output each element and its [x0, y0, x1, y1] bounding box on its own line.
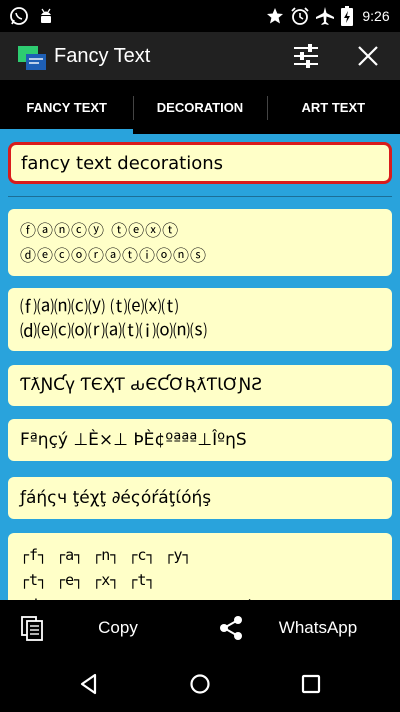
result-card[interactable]: Fªηçý ⊥È×⊥ ÞÈ¢ºªªª⊥ÎºηS — [8, 419, 392, 461]
result-text: ƒáήςч ţéχţ ∂éςóŕáţίóήş — [20, 488, 212, 508]
content-area: ⓕⓐⓝⓒⓨ ⓣⓔⓧⓣ ⓓⓔⓒⓞⓡⓐⓣⓘⓞⓝⓢ ⒡⒜⒩⒞⒴ ⒯⒠⒳⒯ ⒟⒠⒞⒪⒭⒜… — [0, 134, 400, 600]
status-time: 9:26 — [362, 8, 390, 24]
tab-fancy-text[interactable]: FANCY TEXT — [0, 80, 134, 134]
whatsapp-icon — [6, 0, 32, 32]
battery-icon — [338, 0, 356, 32]
home-icon[interactable] — [172, 656, 228, 712]
text-input-container[interactable] — [8, 142, 392, 184]
app-logo-icon — [16, 40, 48, 72]
status-bar: 9:26 — [0, 0, 400, 32]
alarm-icon — [288, 0, 312, 32]
star-icon — [264, 0, 286, 32]
result-card[interactable]: ⓕⓐⓝⓒⓨ ⓣⓔⓧⓣ ⓓⓔⓒⓞⓡⓐⓣⓘⓞⓝⓢ — [8, 209, 392, 276]
nav-bar — [0, 656, 400, 712]
action-bar: Copy WhatsApp — [0, 600, 400, 656]
result-card[interactable]: ┌f┐ ┌a┐ ┌n┐ ┌c┐ ┌y┐ ┌t┐ ┌e┐ ┌x┐ ┌t┐ ┌d┐ … — [8, 533, 392, 600]
settings-sliders-icon[interactable] — [286, 36, 326, 76]
app-bar: Fancy Text — [0, 32, 400, 80]
result-text: ⓕⓐⓝⓒⓨ ⓣⓔⓧⓣ ⓓⓔⓒⓞⓡⓐⓣⓘⓞⓝⓢ — [20, 221, 208, 265]
airplane-icon — [313, 0, 337, 32]
android-icon — [34, 0, 58, 32]
copy-button[interactable]: Copy — [88, 600, 148, 656]
result-card[interactable]: ƒáήςч ţéχţ ∂éςóŕáţίóήş — [8, 477, 392, 519]
divider — [8, 196, 392, 197]
recents-icon[interactable] — [283, 656, 339, 712]
app-title: Fancy Text — [54, 45, 151, 67]
result-text: ⒡⒜⒩⒞⒴ ⒯⒠⒳⒯ ⒟⒠⒞⒪⒭⒜⒯⒤⒪⒩⒮ — [20, 298, 207, 342]
back-icon[interactable] — [61, 656, 117, 712]
result-text: Fªηçý ⊥È×⊥ ÞÈ¢ºªªª⊥ÎºηS — [20, 430, 247, 450]
copy-icon[interactable] — [14, 600, 50, 656]
result-card[interactable]: ⒡⒜⒩⒞⒴ ⒯⒠⒳⒯ ⒟⒠⒞⒪⒭⒜⒯⒤⒪⒩⒮ — [8, 288, 392, 351]
tab-bar: FANCY TEXT DECORATION ART TEXT — [0, 80, 400, 134]
result-text: ┌f┐ ┌a┐ ┌n┐ ┌c┐ ┌y┐ ┌t┐ ┌e┐ ┌x┐ ┌t┐ ┌d┐ … — [20, 546, 264, 600]
share-icon[interactable] — [214, 600, 248, 656]
share-whatsapp-button[interactable]: WhatsApp — [270, 600, 366, 656]
tab-art-text[interactable]: ART TEXT — [266, 80, 400, 134]
result-card[interactable]: ƬƛƝƇү ƬЄҲƬ ԃЄƇƠƦƛƬƖƠƝƧ — [8, 365, 392, 406]
result-text: ƬƛƝƇү ƬЄҲƬ ԃЄƇƠƦƛƬƖƠƝƧ — [20, 375, 262, 395]
tab-decoration[interactable]: DECORATION — [133, 80, 266, 134]
text-input[interactable] — [11, 145, 389, 181]
close-icon[interactable] — [348, 36, 388, 76]
